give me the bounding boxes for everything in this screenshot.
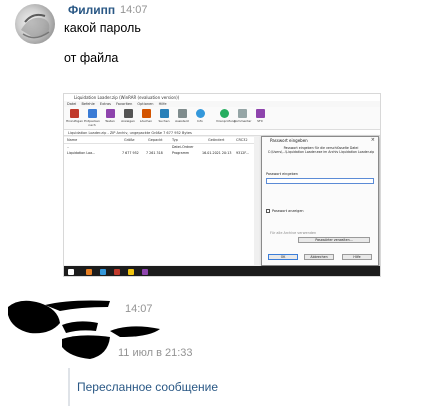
file-list-header: Name Größe Gepackt Typ Geändert CRC32: [64, 137, 254, 144]
toolbar-delete: Löschen: [138, 109, 154, 123]
toolbar-wizard: Assistent: [174, 109, 190, 123]
forwarded-time[interactable]: 14:07: [125, 303, 153, 315]
cell-crc: 9312F...: [236, 151, 249, 155]
forwarded-message-link[interactable]: Пересланное сообщение: [77, 380, 218, 394]
menu-item: Datei: [67, 102, 77, 106]
column-header: Geändert: [208, 138, 225, 142]
column-header: Größe: [124, 138, 135, 142]
cell-modified: 16.01.2021 20:13: [202, 151, 232, 155]
column-header: Gepackt: [148, 138, 163, 142]
ok-button[interactable]: OK: [268, 254, 298, 260]
password-input[interactable]: [266, 178, 374, 184]
password-dialog: Passwort eingeben × Passwort eingeben fü…: [261, 136, 379, 266]
screenshot-attachment[interactable]: Liquidation Loader.zip (WinRAR (evaluati…: [63, 93, 381, 277]
taskbar-app-icon: [128, 269, 134, 275]
toolbar: Hinzufügen Entpacken nach Testen Anzeige…: [64, 107, 380, 130]
start-icon: [68, 269, 74, 275]
test-icon: [105, 109, 115, 118]
toolbar-virus: Virenprüfung: [216, 109, 236, 123]
toolbar-test: Testen: [102, 109, 118, 123]
avatar-image: [21, 13, 50, 39]
password-label: Passwort eingeben: [266, 172, 298, 176]
help-button[interactable]: Hilfe: [342, 254, 372, 260]
menu-item: Extras: [99, 102, 111, 106]
close-icon[interactable]: ×: [371, 137, 375, 144]
toolbar-add: Hinzufügen: [66, 109, 84, 123]
taskbar-app-icon: [114, 269, 120, 275]
comment-icon: [237, 109, 247, 118]
add-icon: [69, 109, 79, 118]
info-icon: [195, 109, 205, 118]
dialog-text: Passwort eingeben für die verschlüsselte…: [267, 146, 375, 155]
toolbar-label: Kommentar: [234, 119, 252, 123]
message-text-line: какой пароль: [64, 21, 141, 35]
toolbar-label: Virenprüfung: [216, 119, 236, 123]
toolbar-label: Anzeigen: [121, 119, 135, 123]
toolbar-label: Assistent: [175, 119, 189, 123]
menu-item: Optionen: [137, 102, 154, 106]
menu-item: Befehle: [81, 102, 95, 106]
dialog-title: Passwort eingeben: [270, 138, 308, 143]
column-header: Name: [67, 138, 78, 142]
toolbar-label: Hinzufügen: [66, 119, 84, 123]
view-icon: [123, 109, 133, 118]
cancel-button[interactable]: Abbrechen: [304, 254, 334, 260]
folder-icon: [87, 109, 97, 118]
virus-scan-icon: [219, 109, 229, 118]
message-author[interactable]: Филипп: [68, 3, 115, 17]
taskbar-app-icon: [100, 269, 106, 275]
file-list: Name Größe Gepackt Typ Geändert CRC32 ..…: [64, 137, 254, 265]
cell-type: Programm: [172, 151, 190, 155]
toolbar-extract: Entpacken nach: [84, 109, 100, 127]
menu-item: Favoriten: [116, 102, 133, 106]
table-row: Liquidation Loa... 7 677 952 7 261 318 P…: [64, 150, 254, 156]
search-icon: [159, 109, 169, 118]
column-header: Typ: [172, 138, 178, 142]
toolbar-sfx: SFX: [252, 109, 268, 123]
cell-packed: 7 261 318: [146, 151, 163, 155]
toolbar-view: Anzeigen: [120, 109, 136, 123]
cell-name: Liquidation Loa...: [67, 151, 96, 155]
toolbar-label: Testen: [105, 119, 115, 123]
toolbar-comment: Kommentar: [234, 109, 252, 123]
taskbar: [64, 266, 380, 276]
show-password-checkbox[interactable]: [266, 209, 270, 213]
window-title: Liquidation Loader.zip (WinRAR (evaluati…: [64, 94, 380, 101]
toolbar-label: Suchen: [158, 119, 170, 123]
toolbar-label: Info: [197, 119, 203, 123]
toolbar-find: Suchen: [156, 109, 172, 123]
toolbar-label: Löschen: [139, 119, 153, 123]
delete-icon: [141, 109, 151, 118]
avatar[interactable]: [15, 4, 55, 44]
toolbar-label: Entpacken nach: [84, 119, 100, 127]
sfx-icon: [255, 109, 265, 118]
column-header: CRC32: [236, 138, 248, 142]
message-time[interactable]: 14:07: [120, 4, 148, 16]
forward-bar: [68, 368, 70, 406]
use-all-archives[interactable]: Für alle Archive verwenden: [270, 231, 316, 235]
message-text-line: от файла: [64, 51, 119, 65]
cell-size: 7 677 952: [122, 151, 139, 155]
show-password-label: Passwort anzeigen: [272, 209, 304, 213]
forwarded-date[interactable]: 11 июл в 21:33: [118, 347, 193, 359]
toolbar-label: SFX: [257, 119, 263, 123]
manage-passwords-button[interactable]: Passwörter verwalten...: [298, 237, 370, 243]
taskbar-app-icon: [86, 269, 92, 275]
toolbar-info: Info: [192, 109, 208, 123]
menu-item: Hilfe: [158, 102, 167, 106]
wizard-icon: [177, 109, 187, 118]
taskbar-app-icon: [142, 269, 148, 275]
